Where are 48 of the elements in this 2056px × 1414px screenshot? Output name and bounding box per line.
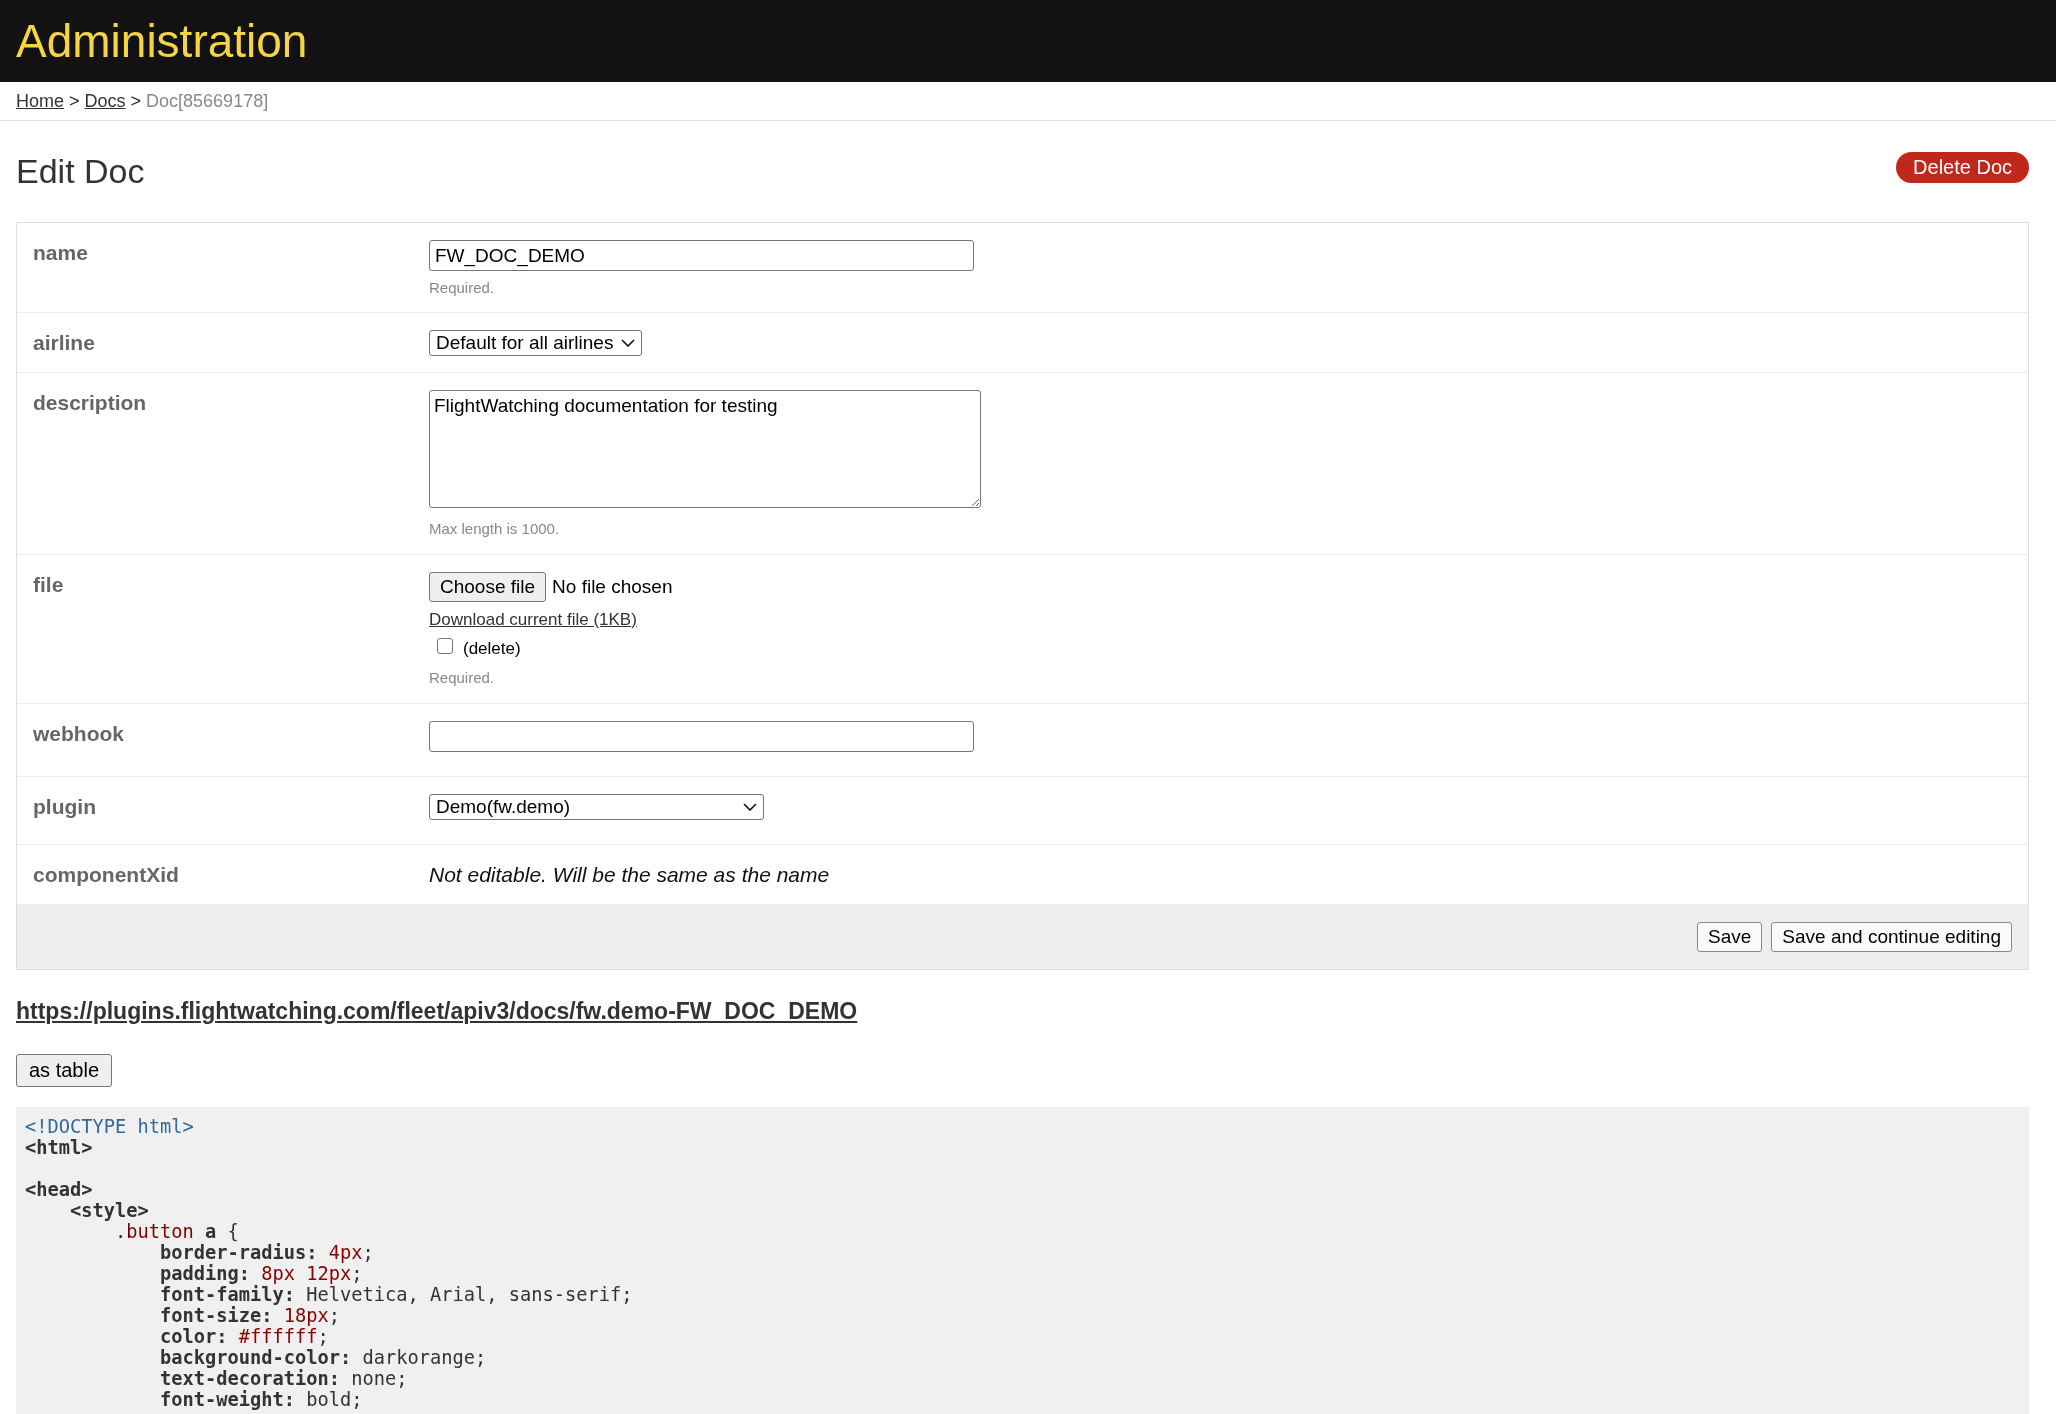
site-title: Administration: [16, 15, 308, 67]
code-line: <html>: [25, 1137, 93, 1158]
code-line: color: #ffffff;: [159, 1326, 329, 1347]
dropdown[interactable]: Demo(fw.demo): [429, 794, 764, 820]
code-line: .button a {: [114, 1221, 239, 1242]
download-link[interactable]: Download current file (1KB): [429, 610, 637, 630]
field-label: componentXid: [32, 862, 180, 888]
code-line: <style>: [69, 1200, 149, 1221]
help-text: Required.: [429, 279, 495, 296]
checkbox-label: (delete): [463, 639, 521, 659]
field-label: airline: [32, 330, 96, 356]
breadcrumb-current: Doc[85669178]: [146, 90, 269, 112]
breadcrumb-link[interactable]: Home: [16, 90, 64, 112]
code-line: font-family: Helvetica, Arial, sans-serif;: [159, 1284, 633, 1305]
code-line: font-size: 18px;: [159, 1305, 341, 1326]
choose-file-button[interactable]: Choose file: [429, 572, 547, 602]
file-status: No file chosen: [552, 576, 673, 598]
help-text: Required.: [429, 669, 495, 686]
chevron-down-icon: [743, 803, 757, 811]
text-field[interactable]: FW_DOC_DEMO: [429, 240, 974, 271]
text-field[interactable]: [429, 721, 974, 752]
breadcrumb-separator: >: [69, 90, 80, 112]
page-title: Edit Doc: [16, 152, 145, 191]
code-line: font-weight: bold;: [159, 1389, 363, 1410]
breadcrumb-separator: >: [130, 90, 142, 112]
code-line: <!DOCTYPE html>: [25, 1116, 194, 1137]
save-button[interactable]: Save and continue editing: [1771, 922, 2012, 952]
text-area[interactable]: FlightWatching documentation for testing: [429, 390, 981, 508]
field-label: webhook: [32, 721, 125, 747]
field-label: name: [32, 240, 89, 266]
code-line: background-color: darkorange;: [159, 1347, 487, 1368]
dropdown[interactable]: Default for all airlines: [429, 330, 643, 356]
field-label: description: [32, 390, 148, 416]
view-toggle-button[interactable]: as table: [16, 1054, 113, 1087]
field-label: plugin: [32, 794, 97, 820]
chevron-down-icon: [621, 339, 636, 347]
field-label: file: [32, 572, 65, 598]
delete-button[interactable]: Delete Doc: [1896, 152, 2029, 183]
static-value: Not editable. Will be the same as the name: [429, 862, 830, 888]
code-line: text-decoration: none;: [159, 1368, 408, 1389]
code-line: border-radius: 4px;: [159, 1242, 374, 1263]
save-button[interactable]: Save: [1697, 922, 1763, 952]
code-line: <head>: [25, 1179, 93, 1200]
breadcrumb-link[interactable]: Docs: [84, 90, 126, 112]
checkbox[interactable]: [437, 638, 453, 654]
api-link[interactable]: https://plugins.flightwatching.com/fleet/apiv3/docs/fw.demo-FW_DOC_DEMO: [16, 998, 858, 1025]
help-text: Max length is 1000.: [429, 520, 560, 537]
code-line: padding: 8px 12px;: [159, 1263, 363, 1284]
